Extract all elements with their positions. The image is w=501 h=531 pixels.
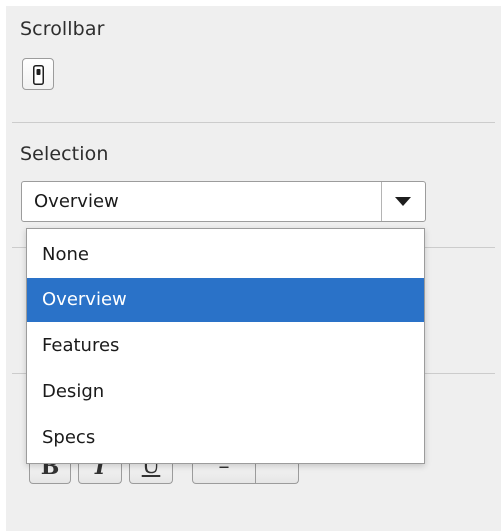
dropdown-option-none[interactable]: None — [27, 233, 424, 277]
dropdown-option-overview[interactable]: Overview — [27, 278, 424, 322]
dropdown-option-specs[interactable]: Specs — [27, 416, 424, 460]
underline-icon: U — [141, 464, 161, 479]
italic-icon: I — [94, 464, 106, 480]
selection-dropdown[interactable]: Overview — [21, 181, 426, 222]
more-button[interactable] — [255, 464, 299, 484]
bold-button[interactable]: B — [29, 464, 71, 484]
selection-section-title: Selection — [20, 143, 109, 165]
underline-button[interactable]: U — [129, 464, 173, 484]
italic-button[interactable]: I — [78, 464, 122, 484]
list-icon: – — [218, 464, 230, 479]
selection-dropdown-value: Overview — [34, 191, 119, 212]
scrollbar-icon — [33, 65, 44, 85]
scrollbar-section-title: Scrollbar — [20, 18, 105, 40]
bold-icon: B — [40, 464, 60, 480]
triangle-down-icon[interactable] — [395, 197, 411, 206]
scrollbar-toggle-button[interactable] — [22, 58, 54, 90]
dropdown-option-design[interactable]: Design — [27, 370, 424, 414]
selection-dropdown-list: None Overview Features Design Specs — [26, 228, 425, 464]
section-divider — [12, 122, 495, 123]
dropdown-separator — [381, 182, 382, 221]
dropdown-option-features[interactable]: Features — [27, 324, 424, 368]
list-button[interactable]: – — [192, 464, 256, 484]
